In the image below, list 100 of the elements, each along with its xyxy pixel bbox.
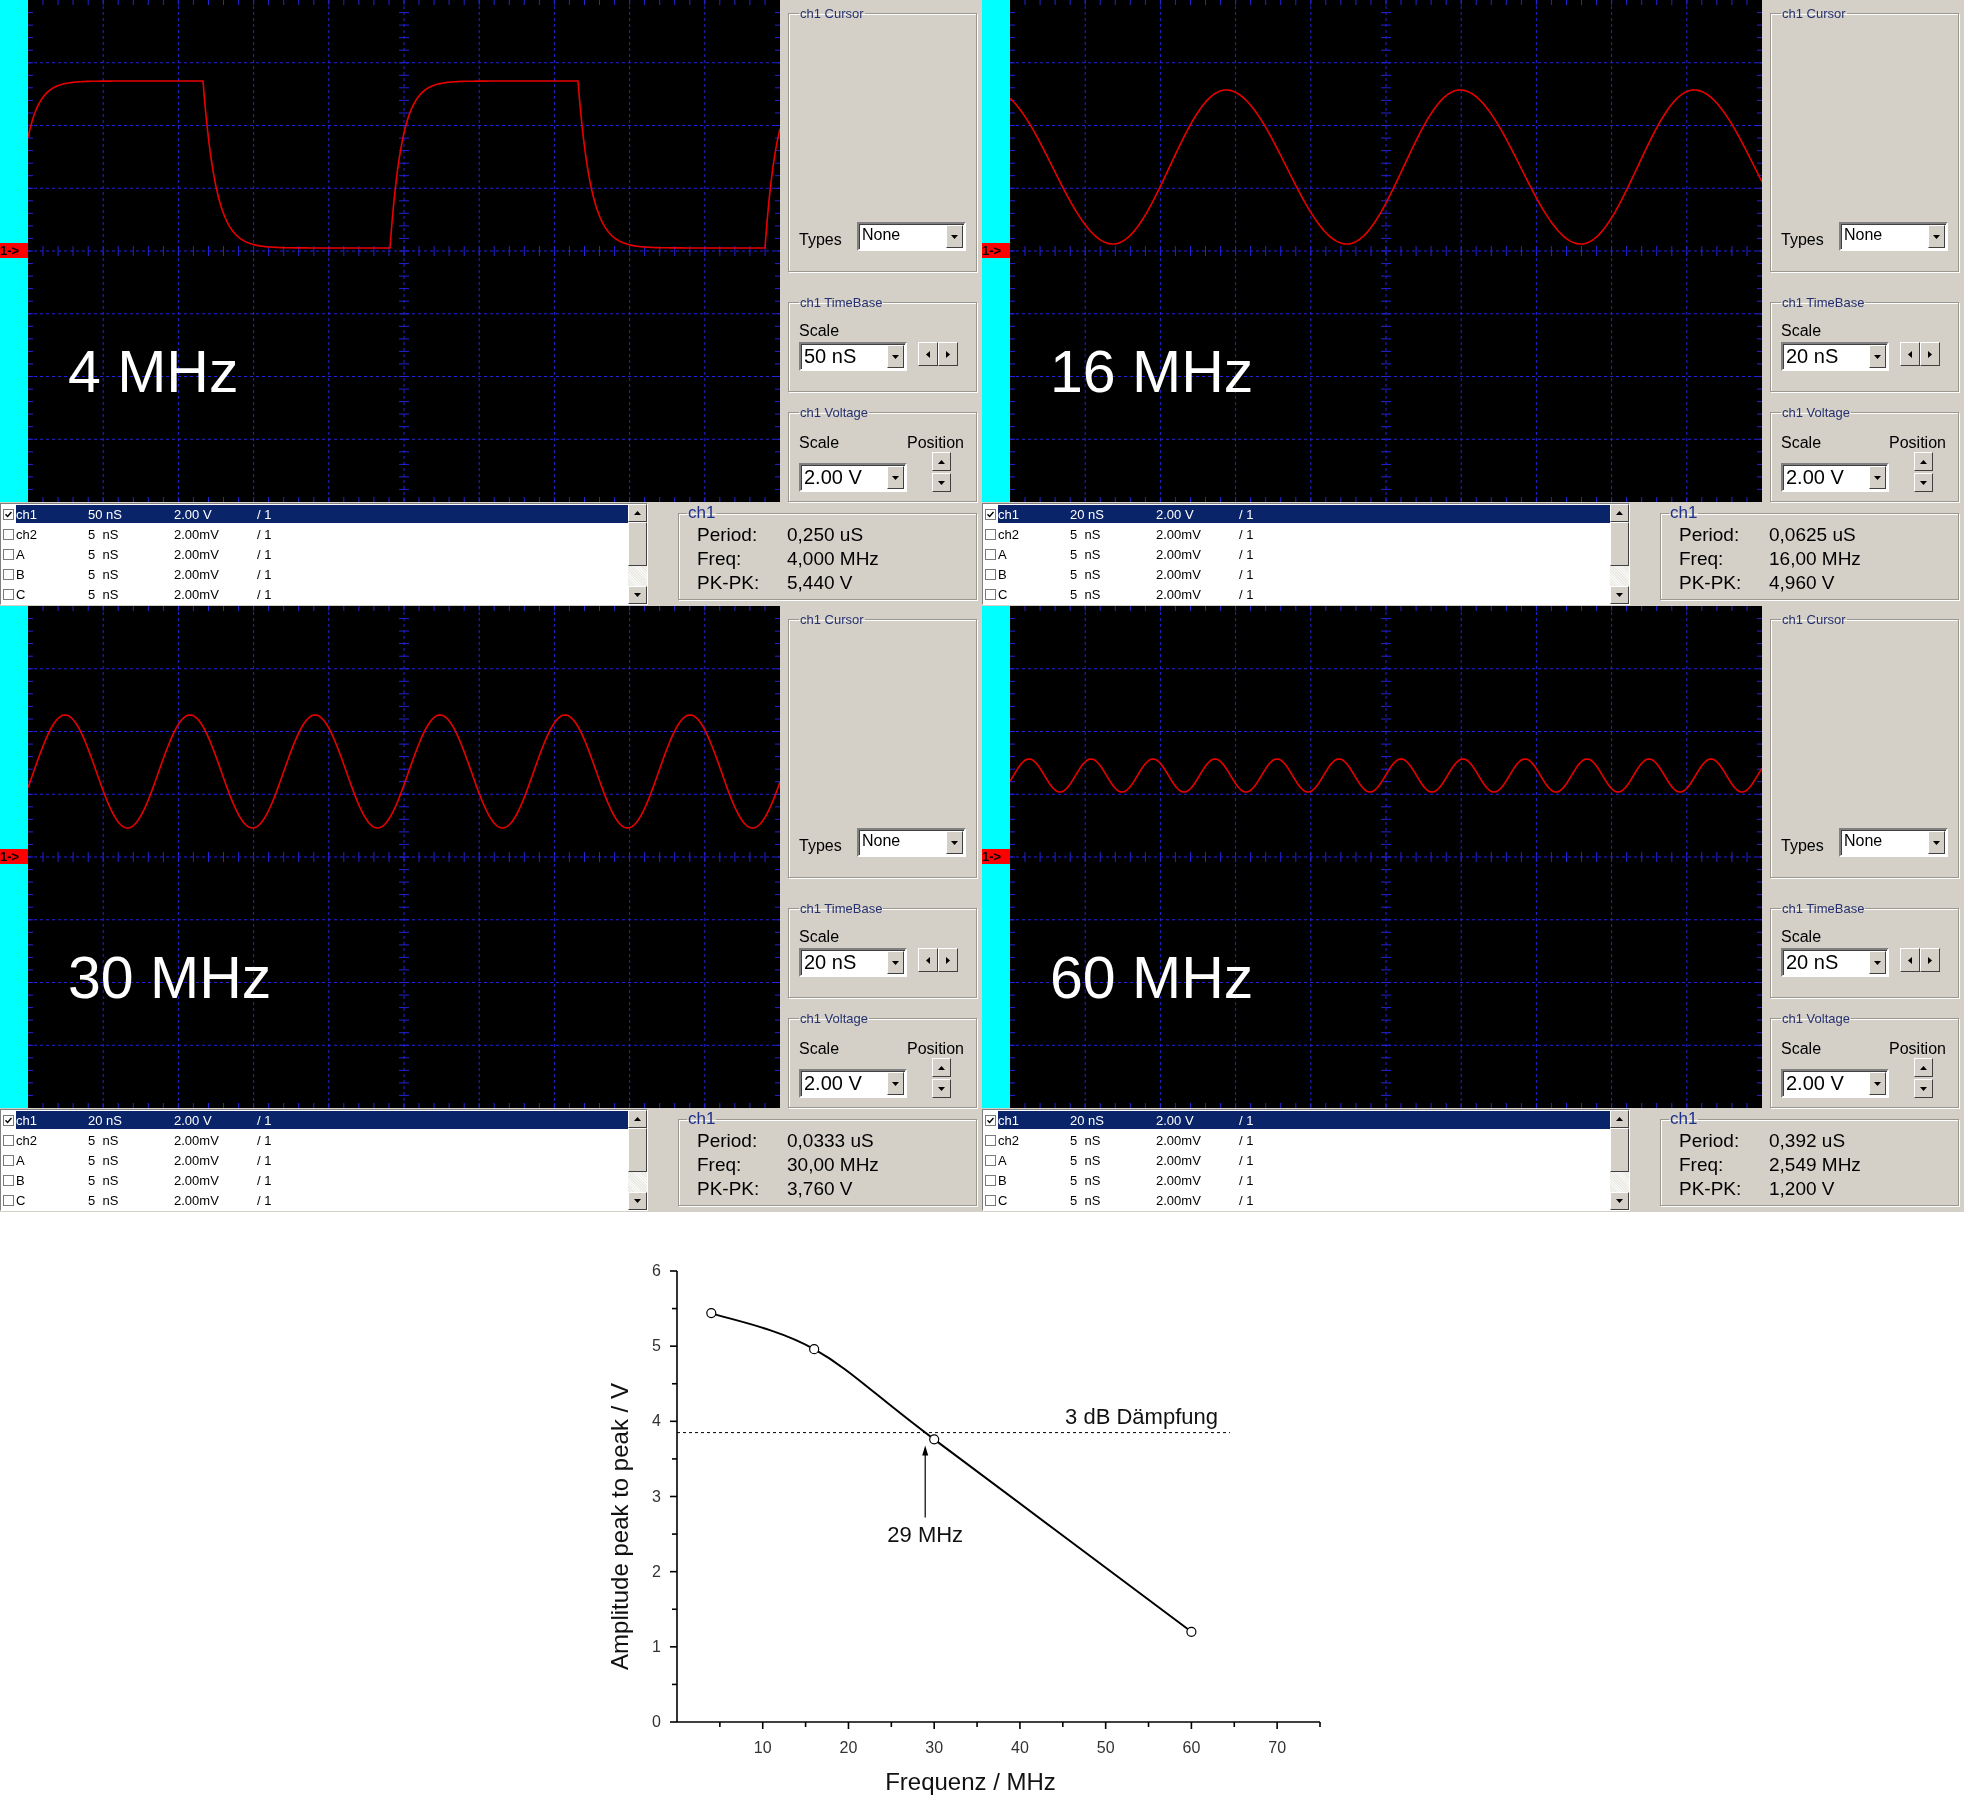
- position-up-button[interactable]: [1913, 452, 1933, 471]
- dropdown-button[interactable]: [1869, 466, 1886, 489]
- position-down-button[interactable]: [1913, 473, 1933, 492]
- channel-row[interactable]: C 5 nS 2.00mV / 1: [16, 585, 628, 603]
- scroll-up-button[interactable]: [628, 504, 647, 522]
- channel-row[interactable]: C 5 nS 2.00mV / 1: [16, 1191, 628, 1209]
- checkbox[interactable]: [985, 568, 996, 580]
- position-up-button[interactable]: [931, 1058, 951, 1077]
- channel-row[interactable]: B 5 nS 2.00mV / 1: [16, 1171, 628, 1189]
- position-up-button[interactable]: [1913, 1058, 1933, 1077]
- channel-row[interactable]: C 5 nS 2.00mV / 1: [998, 585, 1610, 603]
- timebase-dropdown[interactable]: 20 nS: [799, 948, 907, 977]
- position-down-button[interactable]: [1913, 1079, 1933, 1098]
- timebase-dropdown[interactable]: 20 nS: [1781, 948, 1889, 977]
- voltage-dropdown[interactable]: 2.00 V: [799, 1069, 907, 1098]
- position-down-button[interactable]: [931, 473, 951, 492]
- channel-row[interactable]: A 5 nS 2.00mV / 1: [16, 545, 628, 563]
- scroll-up-button[interactable]: [1610, 1110, 1629, 1128]
- timebase-dropdown[interactable]: 50 nS: [799, 342, 907, 371]
- checkbox[interactable]: [3, 548, 14, 560]
- dropdown-button[interactable]: [887, 345, 904, 368]
- step-right-button[interactable]: [1920, 948, 1940, 972]
- checkbox[interactable]: [3, 528, 14, 540]
- step-left-button[interactable]: [1900, 948, 1920, 972]
- y-tick-label: 4: [652, 1412, 661, 1430]
- channel-row[interactable]: C 5 nS 2.00mV / 1: [998, 1191, 1610, 1209]
- scroll-down-button[interactable]: [1610, 1192, 1629, 1210]
- types-dropdown[interactable]: None: [1839, 222, 1948, 251]
- channel-row[interactable]: A 5 nS 2.00mV / 1: [998, 545, 1610, 563]
- channel-row[interactable]: A 5 nS 2.00mV / 1: [998, 1151, 1610, 1169]
- scroll-up-button[interactable]: [1610, 504, 1629, 522]
- checkbox[interactable]: [985, 1134, 996, 1146]
- dropdown-button[interactable]: [887, 1072, 904, 1095]
- timebase-dropdown[interactable]: 20 nS: [1781, 342, 1889, 371]
- channel-row[interactable]: B 5 nS 2.00mV / 1: [998, 1171, 1610, 1189]
- channel-row[interactable]: ch2 5 nS 2.00mV / 1: [16, 1131, 628, 1149]
- group-title: ch1: [687, 504, 717, 522]
- channel-row[interactable]: ch2 5 nS 2.00mV / 1: [998, 1131, 1610, 1149]
- position-down-button[interactable]: [931, 1079, 951, 1098]
- channel-row[interactable]: ch1 20 nS 2.00 V / 1: [998, 505, 1610, 523]
- dropdown-button[interactable]: [1869, 345, 1886, 368]
- voltage-dropdown[interactable]: 2.00 V: [1781, 1069, 1889, 1098]
- dropdown-button[interactable]: [946, 831, 963, 854]
- channel-row[interactable]: ch2 5 nS 2.00mV / 1: [16, 525, 628, 543]
- scroll-down-button[interactable]: [628, 586, 647, 604]
- field-label: Types: [1781, 230, 1824, 249]
- types-dropdown[interactable]: None: [857, 828, 966, 857]
- channel-row[interactable]: ch1 20 nS 2.00 V / 1: [16, 1111, 628, 1129]
- scrollbar-thumb[interactable]: [628, 1128, 647, 1172]
- dropdown-button[interactable]: [946, 225, 963, 248]
- checkbox[interactable]: [985, 508, 996, 520]
- step-right-button[interactable]: [938, 948, 958, 972]
- checkbox[interactable]: [985, 588, 996, 600]
- types-dropdown[interactable]: None: [857, 222, 966, 251]
- scroll-up-button[interactable]: [628, 1110, 647, 1128]
- dropdown-button[interactable]: [887, 951, 904, 974]
- channel-row[interactable]: ch1 20 nS 2.00 V / 1: [998, 1111, 1610, 1129]
- scrollbar-thumb[interactable]: [1610, 522, 1629, 566]
- checkbox[interactable]: [3, 1154, 14, 1166]
- dropdown-button[interactable]: [887, 466, 904, 489]
- y-tick-label: 2: [652, 1562, 661, 1580]
- checkbox[interactable]: [985, 1194, 996, 1206]
- types-dropdown[interactable]: None: [1839, 828, 1948, 857]
- checkbox[interactable]: [985, 1114, 996, 1126]
- checkbox[interactable]: [985, 1154, 996, 1166]
- measurement-label: Period:: [697, 523, 759, 547]
- channel-row[interactable]: A 5 nS 2.00mV / 1: [16, 1151, 628, 1169]
- step-left-button[interactable]: [918, 948, 938, 972]
- voltage-dropdown[interactable]: 2.00 V: [799, 463, 907, 492]
- checkbox[interactable]: [3, 508, 14, 520]
- checkbox[interactable]: [985, 528, 996, 540]
- voltage-dropdown[interactable]: 2.00 V: [1781, 463, 1889, 492]
- measurement-value: 0,392 uS: [1769, 1129, 1847, 1153]
- channel-row[interactable]: ch2 5 nS 2.00mV / 1: [998, 525, 1610, 543]
- dropdown-button[interactable]: [1928, 831, 1945, 854]
- checkbox[interactable]: [985, 548, 996, 560]
- checkbox[interactable]: [3, 1194, 14, 1206]
- scroll-down-button[interactable]: [1610, 586, 1629, 604]
- checkbox[interactable]: [3, 568, 14, 580]
- scroll-down-button[interactable]: [628, 1192, 647, 1210]
- y-tick-label: 0: [652, 1713, 661, 1730]
- checkbox[interactable]: [3, 1114, 14, 1126]
- channel-row[interactable]: B 5 nS 2.00mV / 1: [16, 565, 628, 583]
- position-up-button[interactable]: [931, 452, 951, 471]
- dropdown-button[interactable]: [1928, 225, 1945, 248]
- dropdown-button[interactable]: [1869, 1072, 1886, 1095]
- channel-row[interactable]: B 5 nS 2.00mV / 1: [998, 565, 1610, 583]
- checkbox[interactable]: [985, 1174, 996, 1186]
- checkbox[interactable]: [3, 1174, 14, 1186]
- dropdown-button[interactable]: [1869, 951, 1886, 974]
- step-left-button[interactable]: [1900, 342, 1920, 366]
- step-right-button[interactable]: [1920, 342, 1940, 366]
- measurement-value: 5,440 V: [787, 571, 854, 595]
- step-right-button[interactable]: [938, 342, 958, 366]
- checkbox[interactable]: [3, 1134, 14, 1146]
- channel-row[interactable]: ch1 50 nS 2.00 V / 1: [16, 505, 628, 523]
- scrollbar-thumb[interactable]: [1610, 1128, 1629, 1172]
- step-left-button[interactable]: [918, 342, 938, 366]
- scrollbar-thumb[interactable]: [628, 522, 647, 566]
- checkbox[interactable]: [3, 588, 14, 600]
